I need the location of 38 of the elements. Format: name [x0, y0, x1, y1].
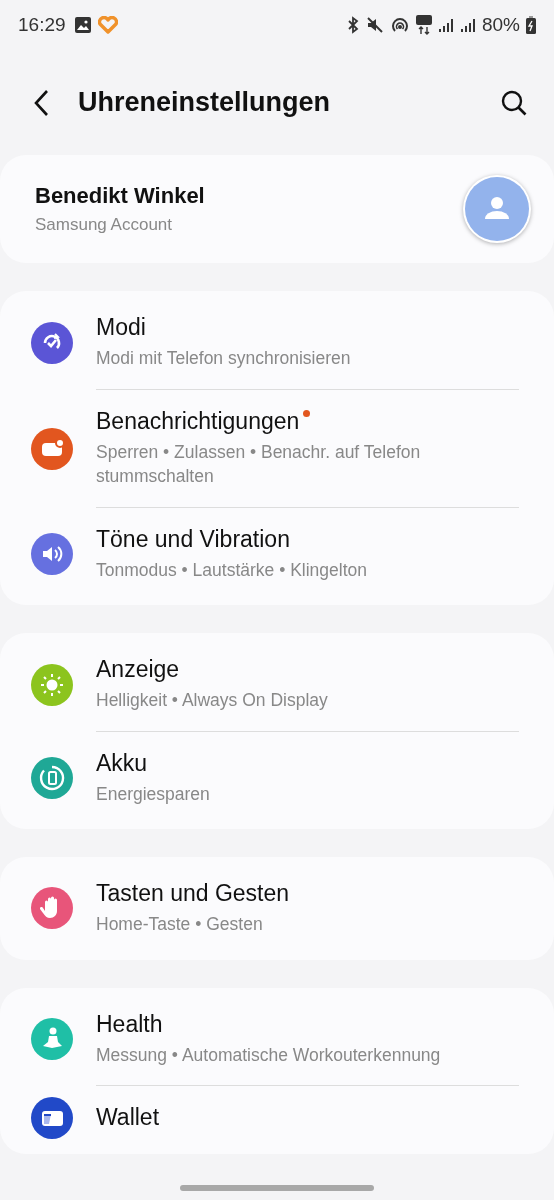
avatar-icon — [462, 174, 532, 244]
signal-icon — [459, 16, 476, 34]
item-title: Modi — [96, 314, 146, 341]
item-subtitle: Sperren • Zulassen • Benachr. auf Telefon stummschalten — [96, 440, 422, 488]
item-subtitle: Helligkeit • Always On Display — [96, 689, 329, 712]
signal-icon — [437, 16, 454, 34]
item-subtitle: Energiesparen — [96, 782, 211, 806]
item-title: Benachrichtigungen — [96, 407, 300, 435]
item-title: Health — [96, 1010, 163, 1038]
heart-icon — [97, 16, 118, 34]
image-icon — [73, 16, 92, 34]
settings-item[interactable]: Tasten und Gesten Home-Taste • Gesten — [0, 862, 554, 955]
settings-item[interactable]: Akku Energiesparen — [0, 731, 554, 824]
settings-item[interactable]: Töne und Vibration Tonmodus • Lautstärke • Klingelton — [0, 507, 554, 600]
account-subtitle: Samsung Account — [35, 215, 174, 235]
settings-item[interactable]: Modi Modi mit Telefon synchronisieren — [0, 296, 554, 390]
settings-item[interactable]: Anzeige Helligkeit • Always On Display — [0, 638, 554, 732]
item-subtitle: Home-Taste • Gesten — [96, 913, 264, 936]
item-title: Töne und Vibration — [96, 525, 290, 553]
hotspot-icon — [389, 16, 410, 34]
item-subtitle: Tonmodus • Lautstärke • Klingelton — [96, 558, 369, 582]
status-time: 16:29 — [18, 14, 66, 36]
battery-level: 80% — [481, 14, 520, 36]
item-title: Anzeige — [96, 656, 180, 683]
item-subtitle: Messung • Automatische Workouterkennung — [96, 1043, 442, 1067]
item-title: Akku — [96, 749, 148, 777]
item-subtitle: Modi mit Telefon synchronisieren — [96, 347, 352, 370]
mute-icon — [365, 16, 384, 34]
settings-item[interactable]: Wallet — [0, 1086, 554, 1149]
bluetooth-icon — [345, 16, 360, 34]
battery-icon — [526, 16, 536, 34]
account-card[interactable]: Benedikt Winkel Samsung Account — [0, 155, 554, 263]
settings-item[interactable]: Benachrichtigungen Sperren • Zulassen • Benachr. auf Telefon stummschalten — [0, 389, 554, 508]
item-title: Wallet — [96, 1104, 160, 1131]
account-name: Benedikt Winkel — [35, 183, 205, 209]
item-title: Tasten und Gesten — [96, 880, 290, 907]
page-title: Uhreneinstellungen — [78, 87, 332, 118]
settings-item[interactable]: Health Messung • Automatische Workouterkennung — [0, 992, 554, 1086]
